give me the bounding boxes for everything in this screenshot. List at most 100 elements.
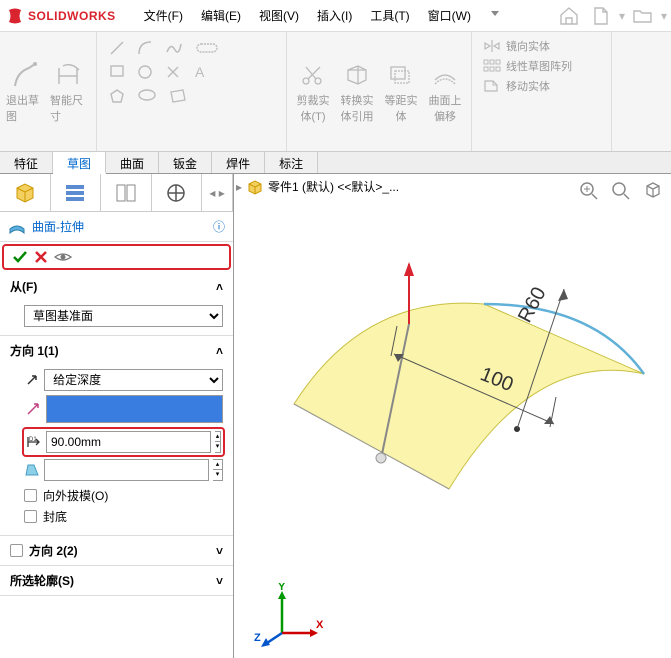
breadcrumb-text[interactable]: 零件1 (默认) <<默认>_... (268, 178, 399, 195)
app-logo-text: SOLIDWORKS (28, 9, 116, 23)
move-entities-button[interactable]: 移动实体 (476, 76, 607, 96)
config-manager-tab[interactable] (101, 174, 152, 211)
command-tabs: 特征 草图 曲面 钣金 焊件 标注 (0, 152, 671, 174)
from-header[interactable]: 从(F) ˄ (0, 272, 233, 301)
arc-icon[interactable] (137, 40, 153, 56)
breadcrumb: ▸ 零件1 (默认) <<默认>_... (236, 178, 399, 195)
view-triad[interactable]: Y X Z (254, 583, 324, 648)
dimxpert-tab[interactable] (152, 174, 203, 211)
direction2-header[interactable]: 方向 2(2) ˅ (0, 536, 233, 565)
chevron-down-icon: ˅ (216, 544, 223, 558)
direction-ref-input[interactable] (46, 395, 223, 423)
direction-vector-icon[interactable] (24, 402, 42, 416)
chevron-up-icon: ˄ (216, 344, 223, 358)
tab-surface[interactable]: 曲面 (106, 152, 159, 173)
surface-offset-button[interactable]: 曲面上偏移 (423, 36, 467, 147)
menu-view[interactable]: 视图(V) (251, 3, 307, 28)
rect-icon[interactable] (109, 64, 125, 78)
menu-edit[interactable]: 编辑(E) (193, 3, 249, 28)
offset-entities-button[interactable]: 等距实体 (379, 36, 423, 147)
direction1-section: 方向 1(1) ˄ 给定深度 (0, 336, 233, 536)
slot-icon[interactable] (195, 40, 219, 56)
quick-access: ▾ ▾ (555, 3, 671, 29)
linear-pattern-button[interactable]: 线性草图阵列 (476, 56, 607, 76)
ribbon-toolbar: 退出草图 智能尺寸 A 剪裁实体(T) (0, 32, 671, 152)
ellipse-icon[interactable] (137, 88, 157, 102)
cap-checkbox[interactable]: 封底 (24, 506, 223, 527)
zoom-fit-icon[interactable] (575, 178, 603, 202)
selected-contours-header[interactable]: 所选轮廓(S) ˅ (0, 566, 233, 595)
menu-insert[interactable]: 插入(I) (309, 3, 360, 28)
point-icon[interactable] (165, 64, 181, 80)
menu-more-icon[interactable] (481, 3, 509, 28)
zoom-area-icon[interactable] (607, 178, 635, 202)
panel-tabs: ◂ ▸ (0, 174, 233, 212)
view-tools (575, 178, 667, 202)
reverse-direction-icon[interactable] (24, 373, 40, 387)
draft-input[interactable] (44, 459, 209, 481)
help-icon[interactable]: ⓘ (213, 218, 225, 235)
smart-dimension-button[interactable]: 智能尺寸 (48, 36, 92, 147)
feature-header: 曲面-拉伸 ⓘ (0, 212, 233, 242)
tab-sheetmetal[interactable]: 钣金 (159, 152, 212, 173)
svg-text:Z: Z (254, 632, 261, 644)
svg-text:Y: Y (278, 583, 286, 593)
model-canvas[interactable]: 100 R60 (234, 204, 671, 624)
line-icon[interactable] (109, 40, 125, 56)
viewport[interactable]: ▸ 零件1 (默认) <<默认>_... (234, 174, 671, 658)
menu-file[interactable]: 文件(F) (136, 3, 191, 28)
circle-icon[interactable] (137, 64, 153, 80)
feature-manager-tab[interactable] (0, 174, 51, 211)
mirror-button[interactable]: 镜向实体 (476, 36, 607, 56)
text-icon[interactable]: A (193, 64, 209, 80)
new-doc-icon[interactable] (587, 3, 615, 29)
tab-feature[interactable]: 特征 (0, 152, 53, 173)
svg-text:A: A (195, 64, 205, 80)
draft-icon[interactable] (24, 463, 40, 477)
panel-nav[interactable]: ◂ ▸ (202, 174, 233, 211)
dropdown-icon[interactable]: ▾ (661, 9, 667, 23)
part-icon (246, 179, 264, 195)
tab-sketch[interactable]: 草图 (53, 152, 106, 174)
depth-spinner[interactable]: ▴▾ (215, 431, 221, 453)
svg-text:X: X (316, 619, 324, 631)
plane-icon[interactable] (169, 88, 187, 104)
trim-button[interactable]: 剪裁实体(T) (291, 36, 335, 147)
preview-icon[interactable] (54, 251, 72, 263)
cancel-button[interactable] (34, 250, 48, 264)
depth-input[interactable] (46, 431, 211, 453)
app-logo: SOLIDWORKS (6, 7, 116, 25)
open-icon[interactable] (629, 3, 657, 29)
tab-annotation[interactable]: 标注 (265, 152, 318, 173)
chevron-down-icon: ˅ (216, 574, 223, 588)
dim-radius: R60 (514, 284, 551, 327)
convert-button[interactable]: 转换实体引用 (335, 36, 379, 147)
direction1-header[interactable]: 方向 1(1) ˄ (0, 336, 233, 365)
draft-outward-checkbox[interactable]: 向外拔模(O) (24, 485, 223, 506)
ok-button[interactable] (12, 250, 28, 264)
polygon-icon[interactable] (109, 88, 125, 104)
selected-contours-section: 所选轮廓(S) ˅ (0, 566, 233, 596)
menu-tools[interactable]: 工具(T) (362, 3, 417, 28)
main-area: ◂ ▸ 曲面-拉伸 ⓘ 从(F) ˄ (0, 174, 671, 658)
from-select[interactable]: 草图基准面 (24, 305, 223, 327)
menu-window[interactable]: 窗口(W) (420, 3, 479, 28)
property-panel: ◂ ▸ 曲面-拉伸 ⓘ 从(F) ˄ (0, 174, 234, 658)
extrude-surface-icon (8, 219, 26, 235)
solidworks-logo-icon (6, 7, 24, 25)
feature-title: 曲面-拉伸 (32, 218, 84, 235)
dropdown-icon[interactable]: ▾ (619, 9, 625, 23)
exit-sketch-button[interactable]: 退出草图 (4, 36, 48, 147)
view-orient-icon[interactable] (639, 178, 667, 202)
title-bar: SOLIDWORKS 文件(F) 编辑(E) 视图(V) 插入(I) 工具(T)… (0, 0, 671, 32)
depth-icon: D1 (26, 435, 42, 449)
tab-weldment[interactable]: 焊件 (212, 152, 265, 173)
svg-text:D1: D1 (29, 437, 37, 443)
home-icon[interactable] (555, 3, 583, 29)
end-condition-select[interactable]: 给定深度 (44, 369, 223, 391)
draft-spinner[interactable]: ▴▾ (213, 459, 223, 481)
spline-icon[interactable] (165, 40, 183, 56)
history-back-icon[interactable]: ▸ (236, 180, 242, 194)
chevron-up-icon: ˄ (216, 280, 223, 294)
property-manager-tab[interactable] (51, 174, 102, 211)
